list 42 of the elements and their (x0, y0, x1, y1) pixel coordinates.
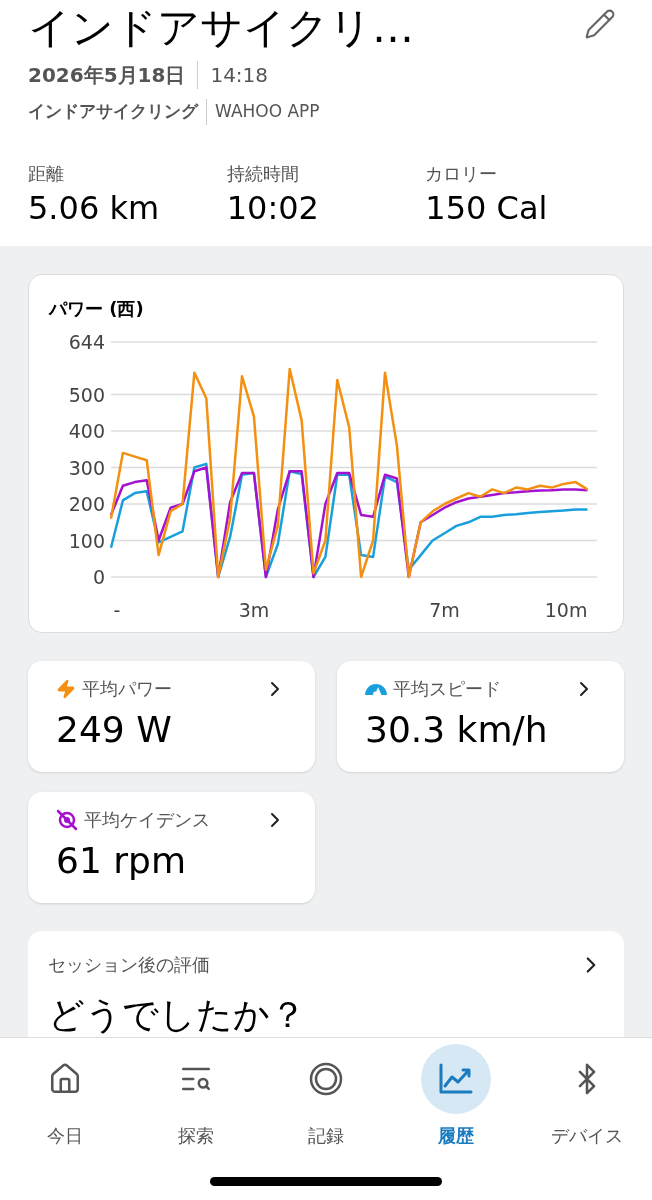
metric-card[interactable]: 平均パワー 249 W (28, 661, 315, 772)
axis-label: - (113, 599, 121, 621)
nav-tab[interactable]: 履歴 (391, 1040, 522, 1149)
metric-card[interactable]: 平均スピード 30.3 km/h (337, 661, 624, 772)
axis-label: 10m (544, 599, 588, 621)
chart-title: パワー (西) (49, 297, 145, 321)
metric-label: 平均ケイデンス (84, 808, 210, 832)
activity-title: インドアサイクリ… (28, 2, 414, 54)
stat-label: 持続時間 (226, 162, 300, 186)
axis-label: 200 (68, 493, 105, 515)
axis-label: 0 (92, 566, 105, 588)
metric-value: 61 rpm (56, 839, 186, 883)
axis-label: 500 (68, 383, 105, 406)
activity-source: WAHOO APP (215, 100, 320, 124)
stat-value: 5.06 km (28, 188, 161, 229)
activity-type: インドアサイクリング (28, 100, 198, 124)
axis-label: 7m (429, 599, 460, 621)
stat-label: 距離 (28, 162, 65, 186)
chart-icon (438, 1063, 475, 1095)
axis-label: 100 (68, 529, 105, 552)
metric-label: 平均スピード (393, 677, 501, 701)
metric-card[interactable]: 平均ケイデンス 61 rpm (28, 792, 315, 903)
rating-question: どうでしたか？ (48, 993, 307, 1037)
axis-label: 644 (68, 331, 105, 353)
nav-tab[interactable]: デバイス (521, 1040, 652, 1149)
stat-value: 150 Cal (425, 188, 549, 229)
stat-label: カロリー (425, 162, 499, 186)
axis-label: 300 (68, 456, 105, 479)
metric-value: 249 W (56, 708, 172, 752)
stat-value: 10:02 (226, 188, 320, 229)
axis-label: 3m (238, 599, 270, 621)
activity-time: 14:18 (210, 62, 269, 89)
record-icon (309, 1062, 343, 1096)
nav-tab[interactable]: 今日 (0, 1040, 131, 1149)
metric-value: 30.3 km/h (365, 708, 548, 752)
rating-title: セッション後の評価 (48, 953, 210, 977)
activity-date: 2026年5月18日 (28, 62, 186, 89)
nav-tab[interactable]: 記録 (260, 1040, 392, 1149)
nav-tab[interactable]: 探索 (130, 1040, 261, 1149)
rating-card[interactable]: セッション後の評価 どうでしたか？ (28, 931, 624, 1037)
metric-label: 平均パワー (82, 677, 172, 701)
axis-label: 400 (68, 420, 105, 443)
